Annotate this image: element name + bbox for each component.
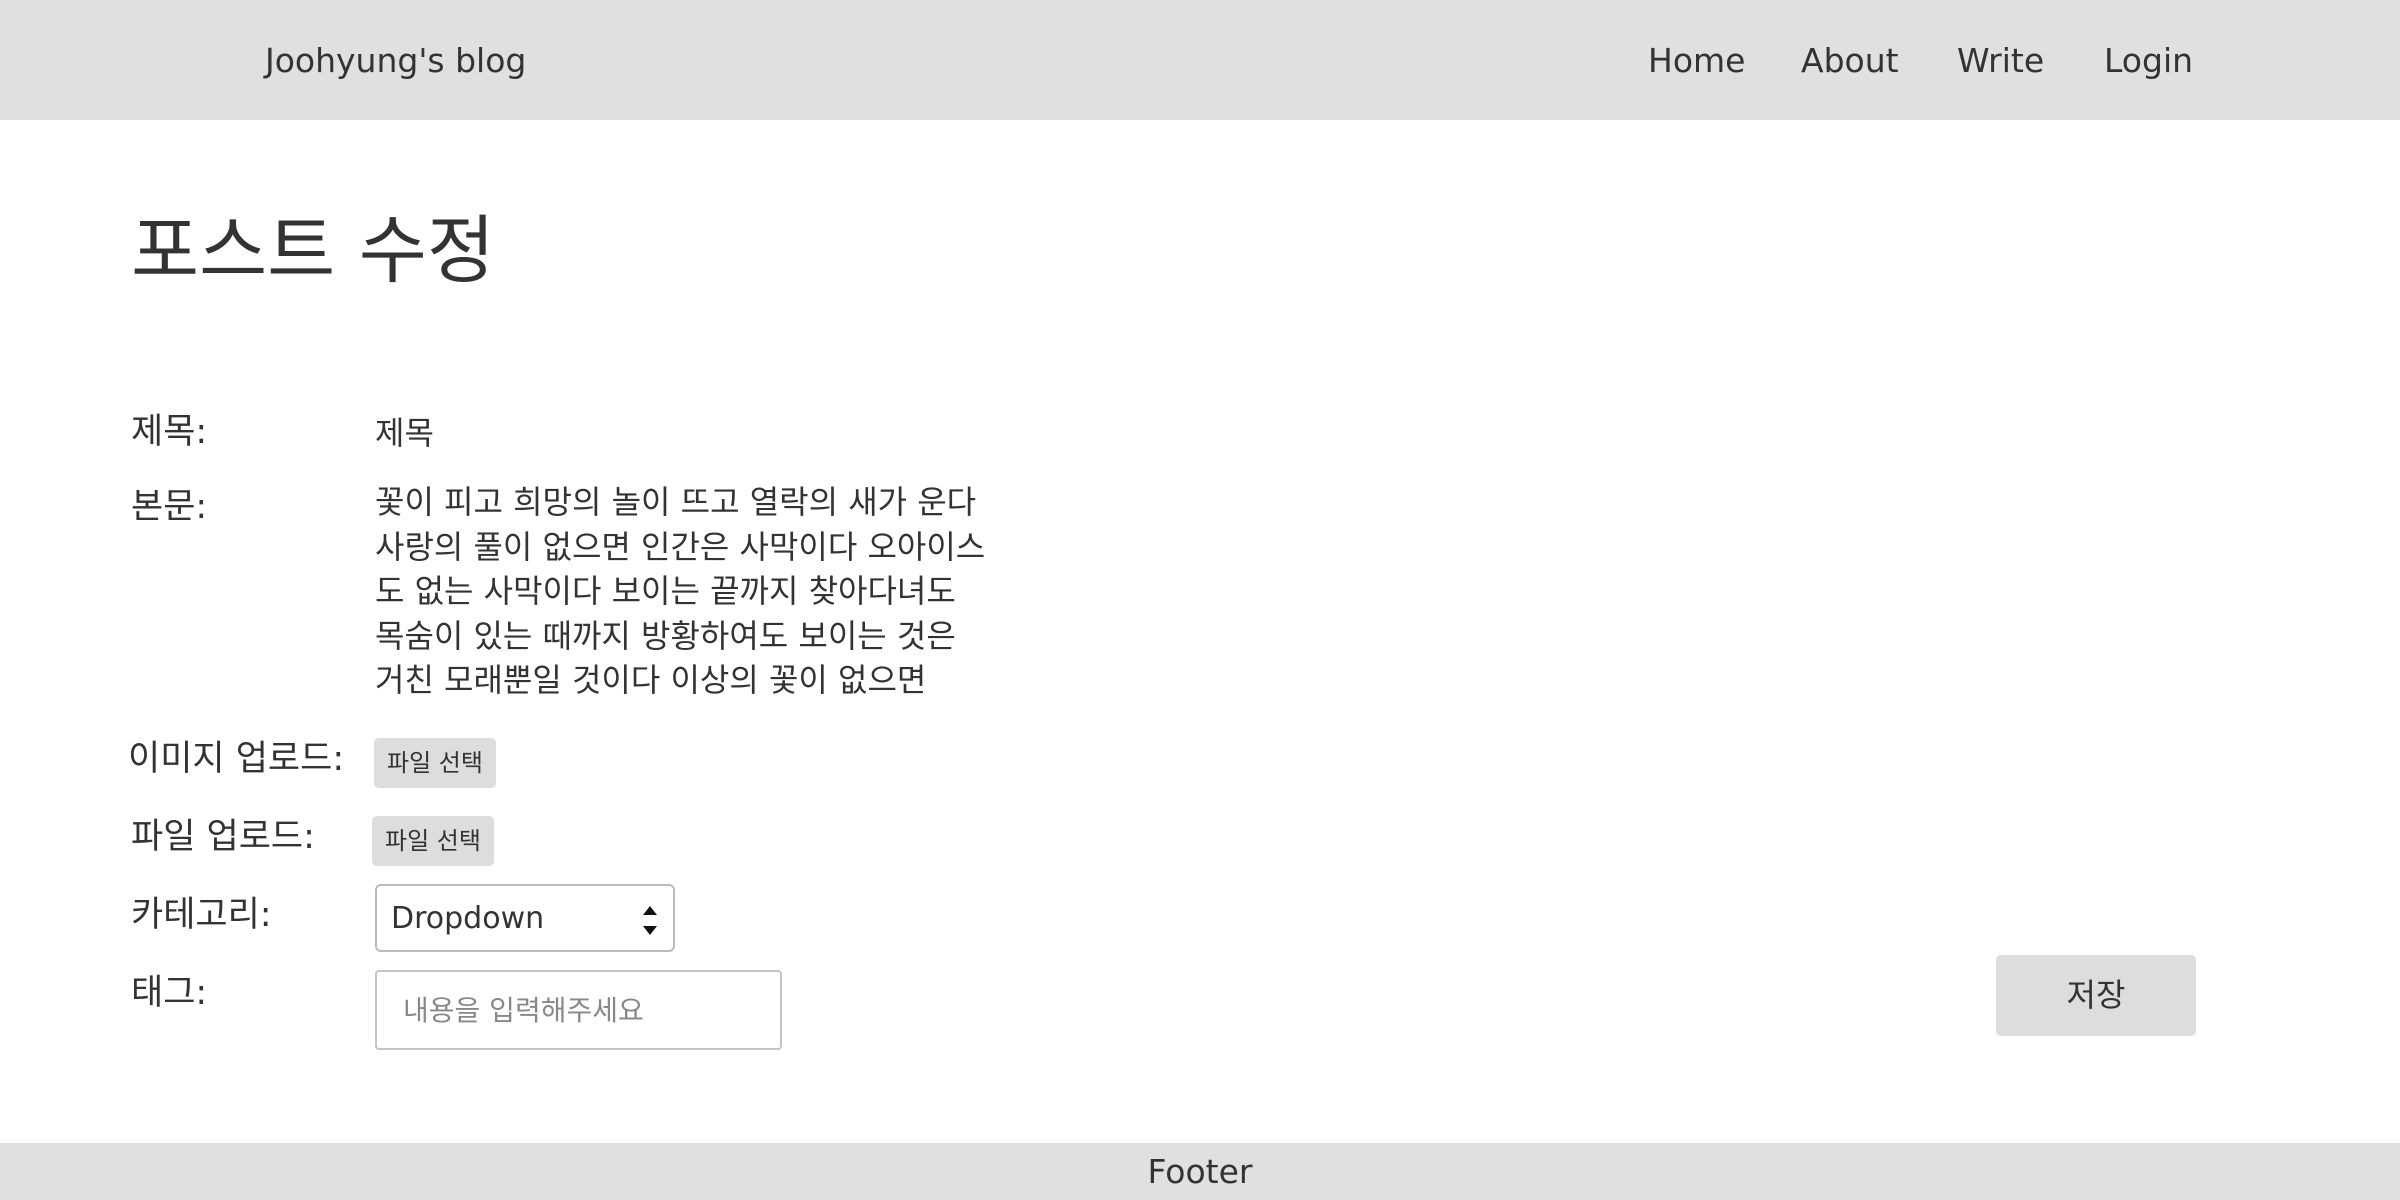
nav-login-link[interactable]: Login xyxy=(2104,38,2193,84)
body-label: 본문: xyxy=(131,487,208,527)
save-button[interactable]: 저장 xyxy=(1996,955,2196,1036)
site-footer: Footer xyxy=(0,1143,2400,1200)
category-label: 카테고리: xyxy=(131,895,272,935)
image-upload-button[interactable]: 파일 선택 xyxy=(374,738,496,788)
body-field[interactable]: 꽃이 피고 희망의 놀이 뜨고 열락의 새가 운다 사랑의 풀이 없으면 인간은… xyxy=(375,480,995,703)
category-selected-value: Dropdown xyxy=(391,901,545,936)
file-upload-label: 파일 업로드: xyxy=(131,817,315,857)
page-title: 포스트 수정 xyxy=(131,208,495,294)
title-field[interactable]: 제목 xyxy=(375,410,434,456)
nav-about-link[interactable]: About xyxy=(1801,38,1899,84)
tag-label: 태그: xyxy=(131,973,208,1013)
tag-input[interactable] xyxy=(375,970,782,1050)
nav-write-link[interactable]: Write xyxy=(1957,38,2044,84)
category-select[interactable]: Dropdown xyxy=(375,884,675,952)
blog-brand-link[interactable]: Joohyung's blog xyxy=(265,38,526,84)
select-arrows-icon xyxy=(643,906,657,935)
image-upload-label: 이미지 업로드: xyxy=(128,739,345,779)
file-upload-button[interactable]: 파일 선택 xyxy=(372,816,494,866)
nav-home-link[interactable]: Home xyxy=(1648,38,1745,84)
site-header: Joohyung's blog Home About Write Login xyxy=(0,0,2400,120)
title-label: 제목: xyxy=(131,412,208,452)
